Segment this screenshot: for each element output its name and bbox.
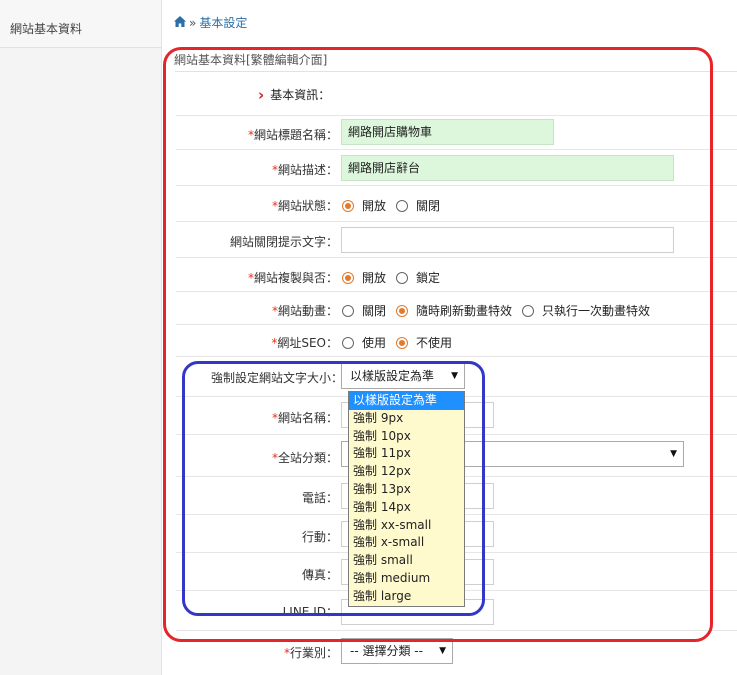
dropdown-option[interactable]: 強制 10px	[349, 428, 464, 446]
dropdown-option[interactable]: 強制 medium	[349, 570, 464, 588]
site-desc-label: *網站描述：	[271, 163, 338, 177]
category-label: *全站分類：	[271, 451, 338, 465]
row-site-title: *網站標題名稱： 網路開店購物車	[176, 116, 737, 150]
font-size-select[interactable]: 以樣版設定為準 ▼	[341, 363, 465, 389]
seo-not-use-radio[interactable]	[396, 336, 409, 349]
chevron-right-icon: ›	[258, 85, 265, 104]
seo-use-radio[interactable]	[342, 336, 354, 349]
dropdown-option[interactable]: 強制 x-small	[349, 534, 464, 552]
row-copyable: *網站複製與否： 開放 鎖定	[176, 258, 737, 292]
dropdown-option[interactable]: 強制 9px	[349, 410, 464, 428]
site-name-label: *網站名稱：	[271, 411, 338, 425]
settings-form: › 基本資訊： *網站標題名稱： 網路開店購物車 *網站描述： 網路開店辭台 *…	[175, 71, 737, 664]
seo-label: *網址SEO：	[271, 336, 338, 350]
phone-label: 電話：	[301, 491, 338, 505]
breadcrumb-current[interactable]: 基本設定	[199, 14, 247, 31]
row-industry: *行業別： -- 選擇分類 -- ▼	[176, 631, 737, 675]
animation-refresh-radio[interactable]	[396, 304, 409, 317]
dropdown-arrow-icon: ▼	[451, 371, 458, 381]
dropdown-option[interactable]: 強制 small	[349, 552, 464, 570]
section-label: 基本資訊：	[270, 88, 331, 102]
row-site-desc: *網站描述： 網路開店辭台	[176, 150, 737, 186]
site-desc-input[interactable]: 網路開店辭台	[341, 155, 674, 181]
sidebar-item-label: 網站基本資料	[10, 22, 83, 36]
animation-radios: 關閉 隨時刷新動畫特效 只執行一次動畫特效	[342, 302, 660, 319]
section-heading: › 基本資訊：	[258, 86, 330, 103]
close-text-label: 網站關閉提示文字：	[229, 235, 338, 249]
dropdown-arrow-icon: ▼	[670, 449, 677, 459]
site-status-label: *網站狀態：	[271, 199, 338, 213]
dropdown-option[interactable]: 以樣版設定為準	[349, 392, 464, 410]
copyable-locked-radio[interactable]	[396, 271, 409, 284]
industry-select[interactable]: -- 選擇分類 -- ▼	[341, 638, 453, 664]
sidebar-item-site-basic-info[interactable]: 網站基本資料	[0, 0, 161, 48]
row-seo: *網址SEO： 使用 不使用	[176, 325, 737, 357]
mobile-label: 行動：	[301, 530, 338, 544]
site-status-closed-radio[interactable]	[396, 199, 409, 212]
dropdown-arrow-icon: ▼	[439, 646, 446, 656]
row-close-text: 網站關閉提示文字：	[176, 222, 737, 258]
site-status-radios: 開放 關閉	[342, 197, 450, 214]
panel-title: 網站基本資料[繁體編輯介面]	[174, 53, 328, 67]
site-title-label: *網站標題名稱：	[247, 128, 338, 142]
animation-label: *網站動畫：	[271, 304, 338, 318]
section-row: › 基本資訊：	[176, 72, 737, 116]
dropdown-option[interactable]: 強制 12px	[349, 463, 464, 481]
site-title-input[interactable]: 網路開店購物車	[341, 119, 554, 145]
dropdown-option[interactable]: 強制 large	[349, 588, 464, 606]
dropdown-option[interactable]: 強制 13px	[349, 481, 464, 499]
dropdown-option[interactable]: 強制 11px	[349, 445, 464, 463]
seo-radios: 使用 不使用	[342, 334, 462, 351]
row-site-status: *網站狀態： 開放 關閉	[176, 186, 737, 222]
dropdown-option[interactable]: 強制 xx-small	[349, 517, 464, 535]
line-id-label: LINE ID：	[282, 605, 338, 619]
animation-once-radio[interactable]	[522, 304, 535, 317]
font-size-dropdown-list: 以樣版設定為準 強制 9px 強制 10px 強制 11px 強制 12px 強…	[348, 391, 465, 607]
font-size-label: 強制設定網站文字大小：	[210, 371, 343, 385]
copyable-radios: 開放 鎖定	[342, 269, 450, 286]
close-text-input[interactable]	[341, 227, 674, 253]
site-status-open-radio[interactable]	[342, 199, 354, 212]
row-animation: *網站動畫： 關閉 隨時刷新動畫特效 只執行一次動畫特效	[176, 292, 737, 325]
copyable-label: *網站複製與否：	[247, 271, 338, 285]
sidebar: 網站基本資料	[0, 0, 162, 675]
dropdown-option[interactable]: 強制 14px	[349, 499, 464, 517]
copyable-open-radio[interactable]	[342, 271, 354, 284]
breadcrumb: » 基本設定	[174, 14, 247, 31]
animation-off-radio[interactable]	[342, 304, 354, 317]
fax-label: 傳真：	[301, 568, 338, 582]
breadcrumb-separator: »	[189, 15, 197, 30]
home-icon[interactable]	[174, 15, 186, 30]
industry-label: *行業別：	[283, 646, 338, 660]
